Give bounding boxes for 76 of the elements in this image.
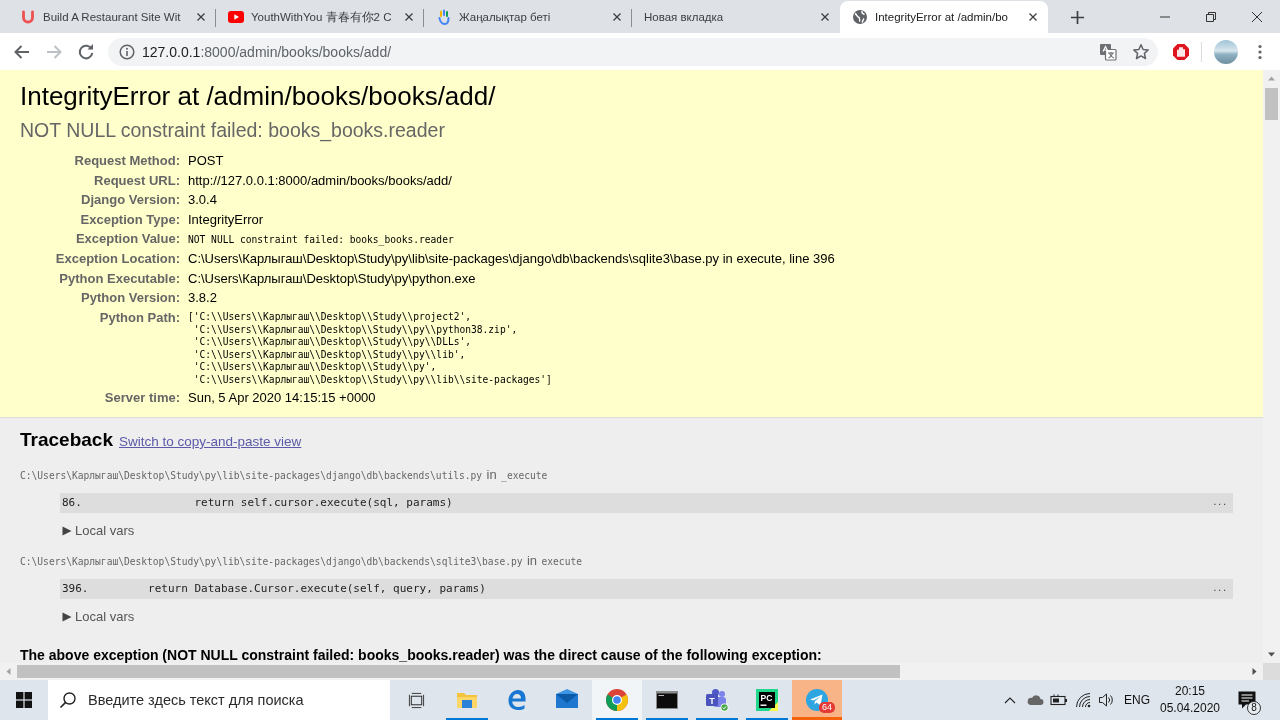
meta-label: Django Version: xyxy=(80,191,180,210)
terminal-icon xyxy=(655,688,679,712)
ide-icon: PC xyxy=(755,688,779,712)
star-icon[interactable] xyxy=(1132,42,1150,61)
python-path-line: ['C:\\Users\\Карлыгаш\\Desktop\\Study\\project2', xyxy=(188,311,473,324)
meta-value: Sun, 5 Apr 2020 14:15:15 +0000 xyxy=(188,388,377,407)
taskbar-button[interactable]: 64 xyxy=(792,680,842,720)
meta-label: Exception Value: xyxy=(74,229,180,248)
browser-tab[interactable]: Build A Restaurant Site Wit xyxy=(8,1,216,33)
meta-value: C:\Users\Карлыгаш\Desktop\Study\py\python.exe xyxy=(188,269,477,288)
python-path-line: 'C:\\Users\\Карлыгаш\\Desktop\\Study\\py\\lib\\site-packages'] xyxy=(192,373,553,387)
meta-value: IntegrityError xyxy=(188,210,265,229)
browser-tab[interactable]: Новая вкладка xyxy=(632,1,840,33)
browser-tab[interactable]: IntegrityError at /admin/bo xyxy=(840,1,1048,33)
restore-icon[interactable] xyxy=(1206,11,1216,22)
logo-icon xyxy=(20,9,36,25)
python-path-line: 'C:\\Users\\Карлыгаш\\Desktop\\Study\\py\\DLLs', xyxy=(192,336,473,349)
python-path-line: 'C:\\Users\\Карлыгаш\\Desktop\\Study\\py\\lib', xyxy=(192,348,467,362)
meta-value: 3.8.2 xyxy=(188,289,218,308)
meta-value: NOT NULL constraint failed: books_books.reader xyxy=(188,233,454,245)
local-vars-toggle[interactable]: Local vars xyxy=(62,606,135,627)
browser-tab[interactable]: Жаңалықтар беті xyxy=(424,1,632,33)
python-path-line: 'C:\\Users\\Карлыгаш\\Desktop\\Study\\py\\python38.zip', xyxy=(192,323,519,337)
meta-label: Request URL: xyxy=(93,171,180,190)
battery-icon[interactable] xyxy=(1049,694,1068,706)
new-tab-icon[interactable] xyxy=(1070,10,1085,25)
python-path-line: 'C:\\Users\\Карлыгаш\\Desktop\\Study\\py', xyxy=(192,361,438,374)
stop-sign-icon[interactable] xyxy=(1172,42,1190,61)
notification-count: 8 xyxy=(1247,701,1261,715)
meta-value: http://127.0.0.1:8000/admin/books/books/add/ xyxy=(188,171,453,190)
error-title: IntegrityError at /admin/books/books/add/ xyxy=(20,80,497,112)
scrollbar-thumb[interactable] xyxy=(1265,88,1278,120)
language-indicator[interactable]: ENG xyxy=(1124,693,1150,707)
meta-value: C:\Users\Карлыгаш\Desktop\Study\py\lib\site-packages\django\db\backends\sqlite3\base.py in execute, line 396 xyxy=(188,250,836,269)
meta-label: Request Method: xyxy=(73,152,180,171)
translate-icon[interactable] xyxy=(1099,42,1117,61)
meta-value: POST xyxy=(188,152,225,171)
frame-location: C:\Users\Карлыгаш\Desktop\Study\py\lib\site-packages\django\db\backends\sqlite3\base.py in execute xyxy=(20,551,582,570)
search-field[interactable]: Введите здесь текст для поиска xyxy=(48,680,390,720)
meta-value: 3.0.4 xyxy=(188,191,218,210)
meta-label: Python Version: xyxy=(80,289,180,308)
play-icon xyxy=(228,9,244,25)
frame-location: C:\Users\Карлыгаш\Desktop\Study\py\lib\site-packages\django\db\backends\utils.py in _execute xyxy=(20,465,548,484)
unread-count-badge: 64 xyxy=(819,702,835,713)
meta-label: Python Executable: xyxy=(58,269,180,288)
browser-icon xyxy=(605,688,629,712)
task-view-icon[interactable] xyxy=(407,691,425,709)
scrollbar-thumb[interactable] xyxy=(17,665,900,678)
close-icon[interactable] xyxy=(1252,11,1262,22)
taskbar-button[interactable]: T xyxy=(692,680,742,720)
cloud-icon[interactable] xyxy=(1025,694,1044,706)
clock-date[interactable]: 05.04.2020 xyxy=(1159,700,1221,717)
local-vars-toggle[interactable]: Local vars xyxy=(62,520,135,541)
copy-paste-view-link[interactable]: Switch to copy-and-paste view xyxy=(118,433,302,449)
chevron-up-icon[interactable] xyxy=(1004,696,1016,704)
cause-heading: The above exception (NOT NULL constraint failed: books_books.reader) was the direct cause of the following exception: xyxy=(20,645,823,663)
menu-icon[interactable] xyxy=(1258,43,1262,60)
traceback-heading: Traceback xyxy=(20,427,113,452)
info-icon[interactable] xyxy=(119,43,135,60)
speaker-icon[interactable] xyxy=(1098,692,1114,708)
meta-label: Exception Type: xyxy=(79,210,180,229)
wifi-icon[interactable] xyxy=(1074,692,1091,708)
globe-icon xyxy=(852,9,868,25)
start-icon[interactable] xyxy=(16,692,32,708)
error-message: NOT NULL constraint failed: books_books.reader xyxy=(20,118,446,142)
meta-label: Exception Location: xyxy=(54,250,180,269)
hand-icon xyxy=(436,9,452,25)
address-bar[interactable]: 127.0.0.1:8000/admin/books/books/add/ xyxy=(108,37,1158,66)
avatar-icon[interactable] xyxy=(1214,39,1238,64)
search-icon xyxy=(59,691,77,709)
notification-icon[interactable] xyxy=(1237,690,1257,710)
browser-tab[interactable]: YouthWithYou 青春有你2 C xyxy=(216,1,424,33)
clock-time[interactable]: 20:15 xyxy=(1175,683,1205,700)
meta-label: Python Path: xyxy=(98,308,180,327)
taskbar-button[interactable]: PC xyxy=(742,680,792,720)
meta-label: Server time: xyxy=(103,388,180,407)
